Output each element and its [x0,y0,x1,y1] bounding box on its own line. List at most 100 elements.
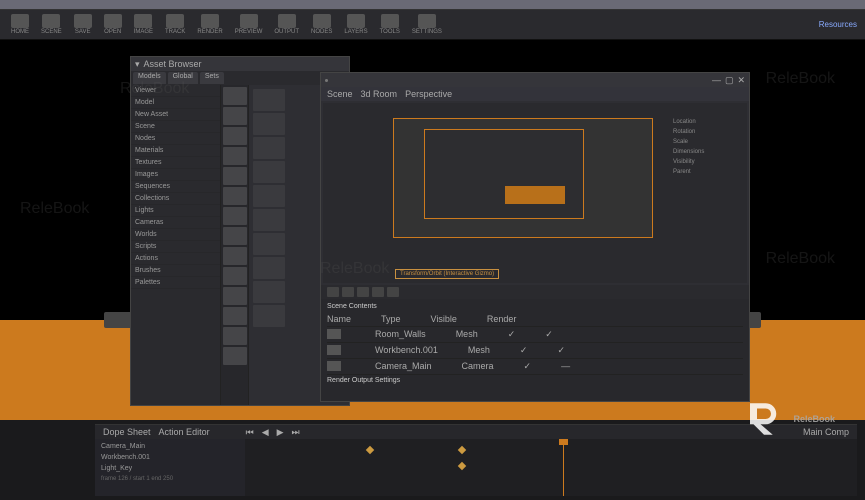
asset-thumb[interactable] [223,347,247,365]
asset-thumb-large[interactable] [253,305,285,327]
asset-thumb[interactable] [223,267,247,285]
tree-item[interactable]: Cameras [131,217,220,229]
track-item[interactable]: Workbench.001 [97,452,243,463]
asset-thumb[interactable] [223,147,247,165]
crumb[interactable]: 3d Room [361,89,398,99]
asset-thumb[interactable] [223,227,247,245]
keyframe-icon[interactable] [366,446,374,454]
toolbar-btn[interactable]: TOOLS [377,13,403,36]
playhead[interactable] [563,439,564,496]
workbench-mesh[interactable] [505,186,565,204]
toolbar-btn[interactable]: PREVIEW [232,13,266,36]
tree-item[interactable]: Brushes [131,265,220,277]
toolbar-btn[interactable]: OUTPUT [271,13,302,36]
asset-thumb[interactable] [223,287,247,305]
scale-tool-icon[interactable] [357,287,369,297]
panel-tabs: Models Global Sets [131,71,349,85]
rotate-tool-icon[interactable] [342,287,354,297]
nodes-icon [313,14,331,28]
tree-item[interactable]: New Asset [131,109,220,121]
asset-thumb-large[interactable] [253,257,285,279]
tree-item[interactable]: Nodes [131,133,220,145]
timeline-track-area[interactable] [245,439,857,496]
tree-item[interactable]: Scene [131,121,220,133]
tab-models[interactable]: Models [133,72,166,84]
track-tree: Camera_Main Workbench.001 Light_Key fram… [95,439,245,496]
close-icon[interactable]: ✕ [737,75,745,86]
prop-row[interactable]: Parent [671,168,743,176]
transport-first-icon[interactable]: ⏮ [246,427,254,438]
asset-thumb[interactable] [223,207,247,225]
tab-sets[interactable]: Sets [200,72,224,84]
toolbar-btn[interactable]: LAYERS [341,13,370,36]
transport-last-icon[interactable]: ⏭ [292,427,300,438]
asset-thumb[interactable] [223,107,247,125]
list-item[interactable]: Room_WallsMesh✓✓ [327,327,743,343]
track-item[interactable]: Light_Key [97,463,243,474]
snap-icon[interactable] [372,287,384,297]
tree-item[interactable]: Images [131,169,220,181]
toolbar-btn[interactable]: IMAGE [131,13,156,36]
toolbar-btn[interactable]: SAVE [71,13,95,36]
maximize-icon[interactable]: ▢ [725,75,734,86]
prop-row[interactable]: Scale [671,138,743,146]
asset-thumb-large[interactable] [253,185,285,207]
tab-actioneditor[interactable]: Action Editor [159,427,210,437]
tree-item[interactable]: Model [131,97,220,109]
crumb[interactable]: Perspective [405,89,452,99]
list-item[interactable]: Camera_MainCamera✓— [327,359,743,375]
list-item[interactable]: Workbench.001Mesh✓✓ [327,343,743,359]
asset-thumb[interactable] [223,247,247,265]
move-tool-icon[interactable] [327,287,339,297]
keyframe-icon[interactable] [458,446,466,454]
asset-thumb[interactable] [223,127,247,145]
asset-thumb[interactable] [223,307,247,325]
toolbar-btn[interactable]: NODES [308,13,335,36]
toolbar-btn[interactable]: SCENE [38,13,65,36]
tree-item[interactable]: Actions [131,253,220,265]
asset-thumb-large[interactable] [253,89,285,111]
toolbar-btn[interactable]: HOME [8,13,32,36]
toolbar-btn[interactable]: SETTINGS [409,13,445,36]
toolbar-btn[interactable]: OPEN [101,13,125,36]
asset-thumb-large[interactable] [253,233,285,255]
asset-thumb[interactable] [223,327,247,345]
asset-thumb[interactable] [223,87,247,105]
tree-item[interactable]: Materials [131,145,220,157]
tree-item[interactable]: Collections [131,193,220,205]
asset-thumb-large[interactable] [253,281,285,303]
crumb[interactable]: Scene [327,89,353,99]
shading-icon[interactable] [387,287,399,297]
track-item[interactable]: Camera_Main [97,441,243,452]
asset-thumb-large[interactable] [253,113,285,135]
panel-header[interactable]: — ▢ ✕ [321,73,749,87]
window-menu-icon[interactable] [325,79,328,82]
transport-back-icon[interactable]: ◀ [262,427,269,438]
tab-global[interactable]: Global [168,72,198,84]
minimize-icon[interactable]: — [712,75,721,85]
prop-row[interactable]: Dimensions [671,148,743,156]
tree-item[interactable]: Palettes [131,277,220,289]
transport-play-icon[interactable]: ▶ [277,427,284,438]
asset-thumb[interactable] [223,187,247,205]
tree-item[interactable]: Worlds [131,229,220,241]
tree-item[interactable]: Lights [131,205,220,217]
3d-viewport[interactable]: Transform/Orbit (Interactive Gizmo) Loca… [323,103,747,283]
prop-row[interactable]: Rotation [671,128,743,136]
prop-row[interactable]: Location [671,118,743,126]
asset-thumb-large[interactable] [253,161,285,183]
panel-header[interactable]: ▾ Asset Browser [131,57,349,71]
keyframe-icon[interactable] [458,462,466,470]
toolbar-btn[interactable]: TRACK [162,13,188,36]
tree-item[interactable]: Viewer [131,85,220,97]
asset-thumb-large[interactable] [253,137,285,159]
tab-dopesheet[interactable]: Dope Sheet [103,427,151,437]
resources-link[interactable]: Resources [819,20,857,29]
tree-item[interactable]: Sequences [131,181,220,193]
toolbar-btn[interactable]: RENDER [194,13,225,36]
tree-item[interactable]: Textures [131,157,220,169]
asset-thumb[interactable] [223,167,247,185]
prop-row[interactable]: Visibility [671,158,743,166]
tree-item[interactable]: Scripts [131,241,220,253]
asset-thumb-large[interactable] [253,209,285,231]
